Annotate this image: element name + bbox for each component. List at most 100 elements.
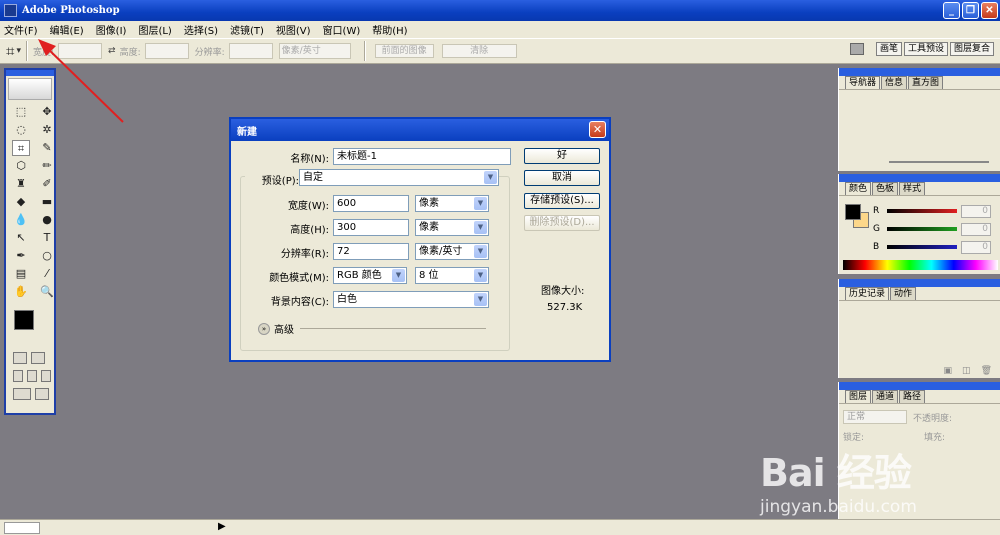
- resolution-unit-select[interactable]: 像素/英寸: [278, 43, 351, 59]
- menu-window[interactable]: 窗口(W): [323, 22, 361, 37]
- healing-brush-tool-icon[interactable]: ⬡: [12, 158, 30, 174]
- save-preset-button[interactable]: 存储预设(S)...: [524, 193, 600, 209]
- tab-actions[interactable]: 动作: [890, 287, 917, 300]
- path-selection-tool-icon[interactable]: ↖: [12, 230, 30, 246]
- zoom-tool-icon[interactable]: 🔍: [38, 284, 56, 300]
- edit-in-imageready-icon[interactable]: [35, 388, 49, 400]
- background-value: 白色: [337, 294, 357, 305]
- ok-button[interactable]: 好: [524, 148, 600, 164]
- channel-b-slider[interactable]: [887, 245, 957, 249]
- front-image-button[interactable]: 前面的图像: [374, 44, 434, 58]
- blur-tool-icon[interactable]: 💧: [12, 212, 30, 228]
- shape-tool-icon[interactable]: ○: [38, 248, 56, 264]
- zoom-field[interactable]: [4, 522, 40, 534]
- restore-button[interactable]: ❐: [962, 2, 979, 19]
- well-tab-brushes[interactable]: 画笔: [875, 42, 902, 56]
- menu-select[interactable]: 选择(S): [184, 22, 218, 37]
- well-tab-tool-presets[interactable]: 工具预设: [903, 42, 948, 56]
- notes-tool-icon[interactable]: ▤: [12, 266, 30, 282]
- tab-color[interactable]: 颜色: [845, 182, 872, 195]
- channel-b-value[interactable]: 0: [961, 240, 991, 254]
- menu-layer[interactable]: 图层(L): [138, 22, 171, 37]
- close-button[interactable]: ✕: [981, 2, 998, 19]
- history-snapshot-icon[interactable]: ◫: [962, 366, 971, 376]
- menu-view[interactable]: 视图(V): [276, 22, 311, 37]
- tab-history[interactable]: 历史记录: [845, 287, 890, 300]
- channel-g-slider[interactable]: [887, 227, 957, 231]
- resolution-unit-select[interactable]: 像素/英寸 ▼: [415, 243, 489, 260]
- magic-wand-tool-icon[interactable]: ✲: [38, 122, 56, 138]
- cancel-button[interactable]: 取消: [524, 170, 600, 186]
- height-unit-select[interactable]: 像素 ▼: [415, 219, 489, 236]
- gradient-tool-icon[interactable]: ▬: [38, 194, 56, 210]
- foreground-color-swatch[interactable]: [14, 310, 34, 330]
- menu-image[interactable]: 图像(I): [96, 22, 127, 37]
- brush-tool-icon[interactable]: ✏: [38, 158, 56, 174]
- tab-layers[interactable]: 图层: [845, 390, 872, 403]
- channel-r-value[interactable]: 0: [961, 204, 991, 218]
- color-swatches[interactable]: [6, 306, 54, 346]
- tab-info[interactable]: 信息: [881, 76, 908, 89]
- history-brush-tool-icon[interactable]: ✐: [38, 176, 56, 192]
- menu-file[interactable]: 文件(F): [4, 22, 38, 37]
- crop-tool-icon[interactable]: ⌗: [12, 140, 30, 156]
- minimize-button[interactable]: _: [943, 2, 960, 19]
- status-menu-arrow-icon[interactable]: ▶: [218, 521, 226, 532]
- eraser-tool-icon[interactable]: ◆: [12, 194, 30, 210]
- screen-mode-standard-icon[interactable]: [13, 370, 23, 382]
- width-field[interactable]: [58, 43, 103, 59]
- screen-mode-menu-icon[interactable]: [27, 370, 37, 382]
- pen-tool-icon[interactable]: ✒: [12, 248, 30, 264]
- eyedropper-tool-icon[interactable]: ⁄: [38, 266, 56, 282]
- tab-paths[interactable]: 路径: [899, 390, 926, 403]
- navigator-zoom-slider[interactable]: [889, 161, 989, 163]
- height-input[interactable]: 300: [333, 219, 409, 236]
- screen-mode-full-icon[interactable]: [41, 370, 51, 382]
- tab-styles[interactable]: 样式: [899, 182, 926, 195]
- swap-icon[interactable]: ⇄: [108, 46, 116, 56]
- crop-tool-icon[interactable]: ⌗: [6, 42, 14, 60]
- move-tool-icon[interactable]: ✥: [38, 104, 56, 120]
- lasso-tool-icon[interactable]: ◌: [12, 122, 30, 138]
- preset-select[interactable]: 自定 ▼: [299, 169, 499, 186]
- dialog-close-button[interactable]: ✕: [589, 121, 606, 138]
- menu-edit[interactable]: 编辑(E): [50, 22, 84, 37]
- tab-histogram[interactable]: 直方图: [908, 76, 944, 89]
- standard-mode-icon[interactable]: [13, 352, 27, 364]
- type-tool-icon[interactable]: T: [38, 230, 56, 246]
- tab-navigator[interactable]: 导航器: [845, 76, 881, 89]
- channel-r-slider[interactable]: [887, 209, 957, 213]
- color-panel-fg-swatch[interactable]: [845, 204, 861, 220]
- color-mode-select[interactable]: RGB 颜色 ▼: [333, 267, 407, 284]
- resolution-field[interactable]: [228, 43, 273, 59]
- photoshop-feather-icon[interactable]: [8, 78, 52, 100]
- menu-filter[interactable]: 滤镜(T): [230, 22, 264, 37]
- hand-tool-icon[interactable]: ✋: [12, 284, 30, 300]
- resolution-input[interactable]: 72: [333, 243, 409, 260]
- tab-channels[interactable]: 通道: [872, 390, 899, 403]
- well-tab-layer-comps[interactable]: 图层复合: [949, 42, 994, 56]
- clear-button[interactable]: 清除: [441, 44, 517, 58]
- history-delete-icon[interactable]: 🗑: [981, 366, 992, 376]
- marquee-tool-icon[interactable]: ⬚: [12, 104, 30, 120]
- background-select[interactable]: 白色 ▼: [333, 291, 489, 308]
- tool-preset-arrow-icon[interactable]: ▾: [16, 46, 21, 56]
- history-new-doc-icon[interactable]: ▣: [944, 366, 953, 376]
- advanced-toggle[interactable]: » 高级: [258, 321, 486, 336]
- quick-mask-mode-icon[interactable]: [31, 352, 45, 364]
- channel-g-value[interactable]: 0: [961, 222, 991, 236]
- jump-to-imageready-icon[interactable]: [13, 388, 31, 400]
- tab-swatches[interactable]: 色板: [872, 182, 899, 195]
- color-spectrum-bar[interactable]: [843, 260, 998, 270]
- slice-tool-icon[interactable]: ✎: [38, 140, 56, 156]
- clone-stamp-tool-icon[interactable]: ♜: [12, 176, 30, 192]
- dodge-tool-icon[interactable]: ●: [38, 212, 56, 228]
- name-input[interactable]: 未标题-1: [333, 148, 511, 165]
- menu-help[interactable]: 帮助(H): [372, 22, 407, 37]
- width-unit-select[interactable]: 像素 ▼: [415, 195, 489, 212]
- blend-mode-select[interactable]: 正常: [843, 410, 907, 424]
- width-input[interactable]: 600: [333, 195, 409, 212]
- height-field[interactable]: [144, 43, 189, 59]
- expand-chevron-icon[interactable]: »: [258, 322, 270, 335]
- bit-depth-select[interactable]: 8 位 ▼: [415, 267, 489, 284]
